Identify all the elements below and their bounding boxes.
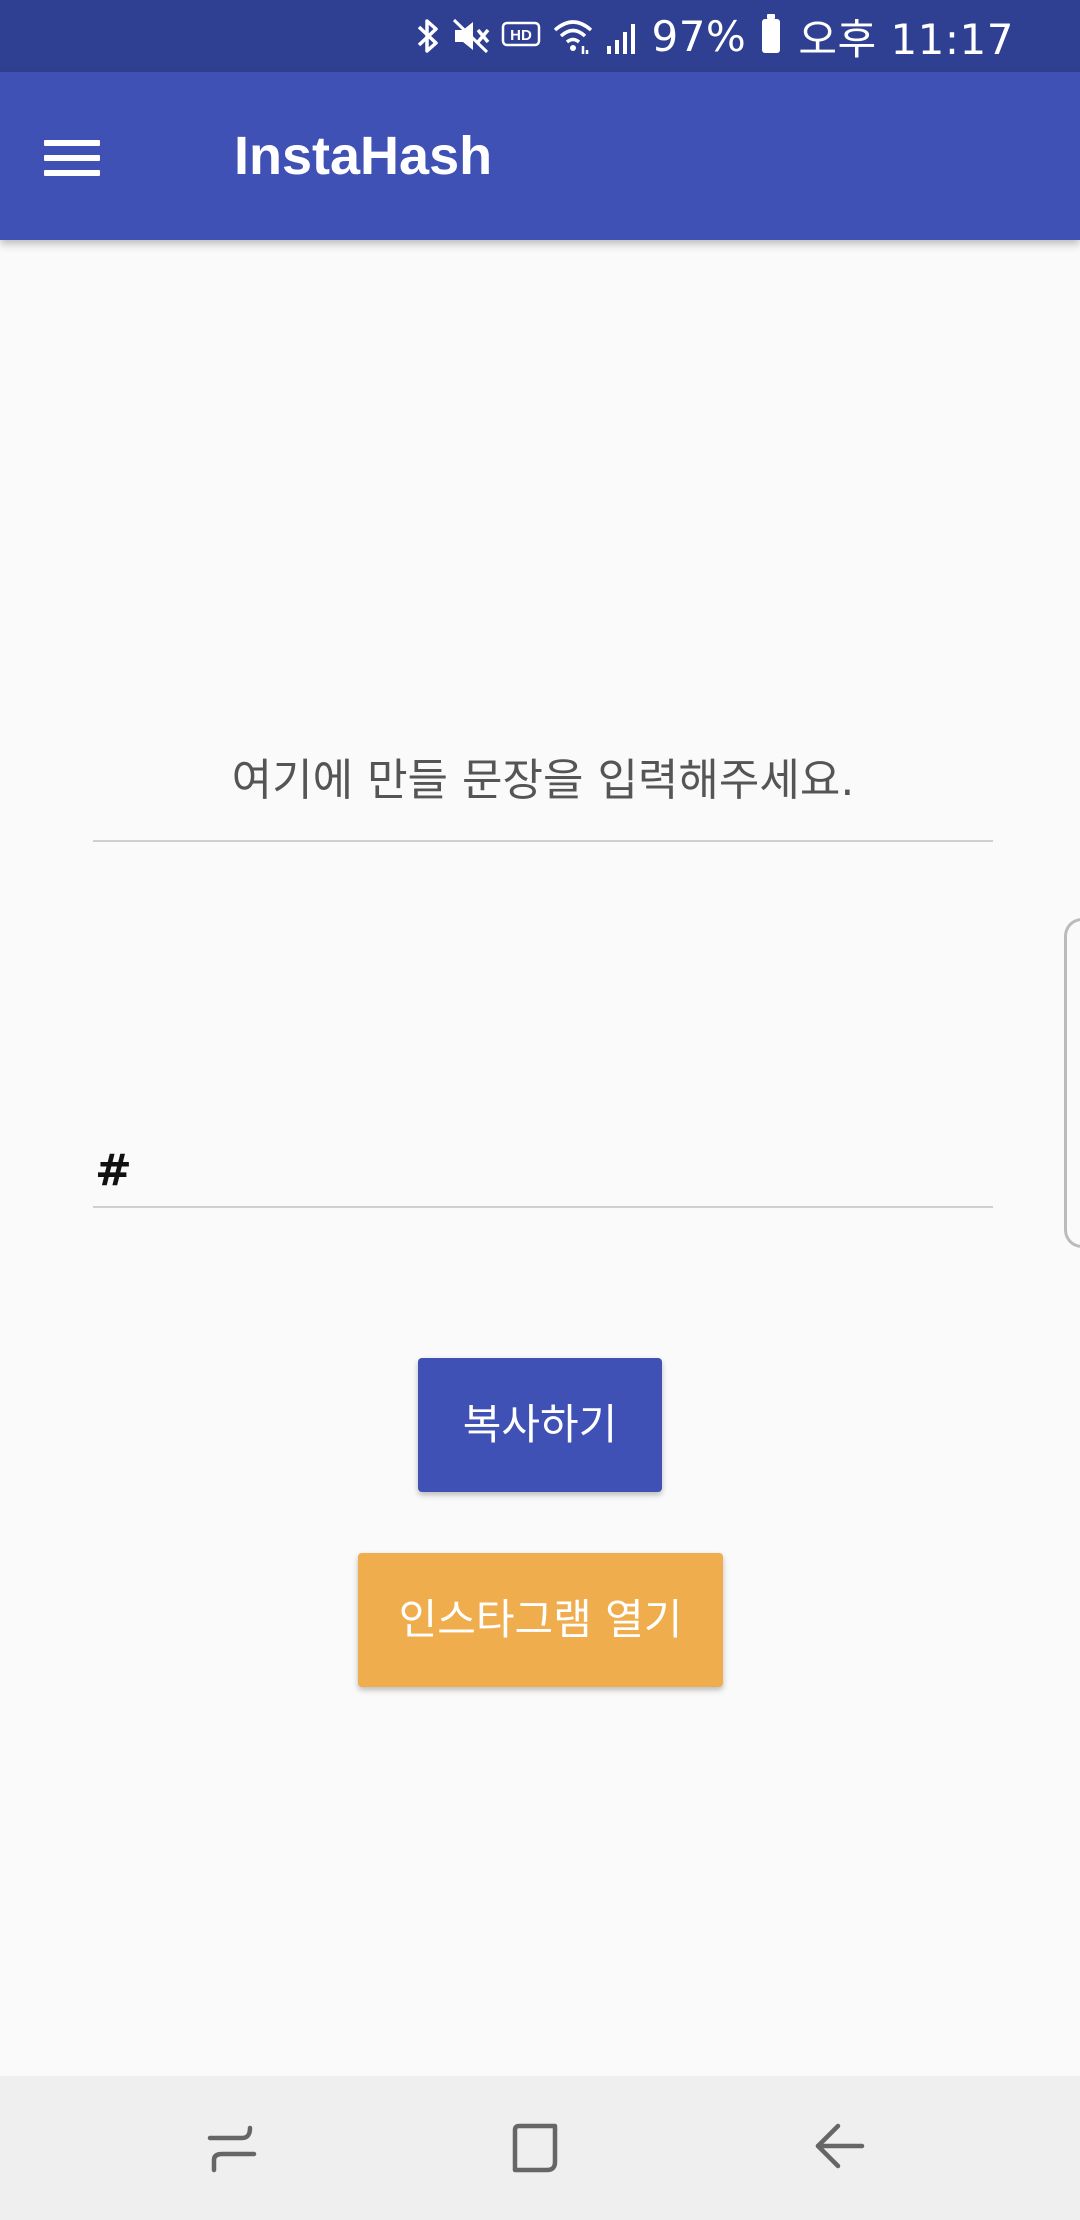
status-text: 97% 오후 11:17 bbox=[651, 6, 1014, 67]
signal-icon bbox=[607, 24, 636, 54]
app-title: InstaHash bbox=[234, 126, 493, 186]
mute-icon bbox=[453, 18, 490, 54]
battery-icon bbox=[762, 14, 781, 53]
status-bar: HD 97% 오후 11:17 bbox=[0, 0, 1080, 72]
clock: 오후 11:17 bbox=[798, 14, 1014, 64]
navigation-bar bbox=[0, 2076, 1080, 2220]
bluetooth-icon bbox=[418, 19, 439, 53]
copy-button[interactable]: 복사하기 bbox=[418, 1358, 662, 1492]
sentence-input[interactable]: 여기에 만들 문장을 입력해주세요. bbox=[93, 712, 993, 842]
battery-percent: 97% bbox=[651, 11, 747, 61]
home-icon[interactable] bbox=[500, 2116, 570, 2180]
wifi-icon bbox=[554, 20, 593, 54]
status-icons: HD bbox=[415, 16, 637, 56]
back-icon[interactable] bbox=[804, 2116, 874, 2180]
hashtag-field[interactable]: # bbox=[93, 1134, 993, 1208]
svg-text:HD: HD bbox=[511, 27, 533, 44]
recents-icon[interactable] bbox=[198, 2116, 268, 2180]
edge-panel-handle[interactable] bbox=[1064, 918, 1080, 1248]
open-instagram-button[interactable]: 인스타그램 열기 bbox=[358, 1553, 723, 1687]
menu-icon[interactable] bbox=[44, 140, 100, 176]
app-bar: InstaHash bbox=[0, 72, 1080, 240]
hd-icon: HD bbox=[502, 21, 541, 47]
sentence-placeholder: 여기에 만들 문장을 입력해주세요. bbox=[231, 755, 855, 806]
hashtag-text: # bbox=[95, 1144, 132, 1196]
